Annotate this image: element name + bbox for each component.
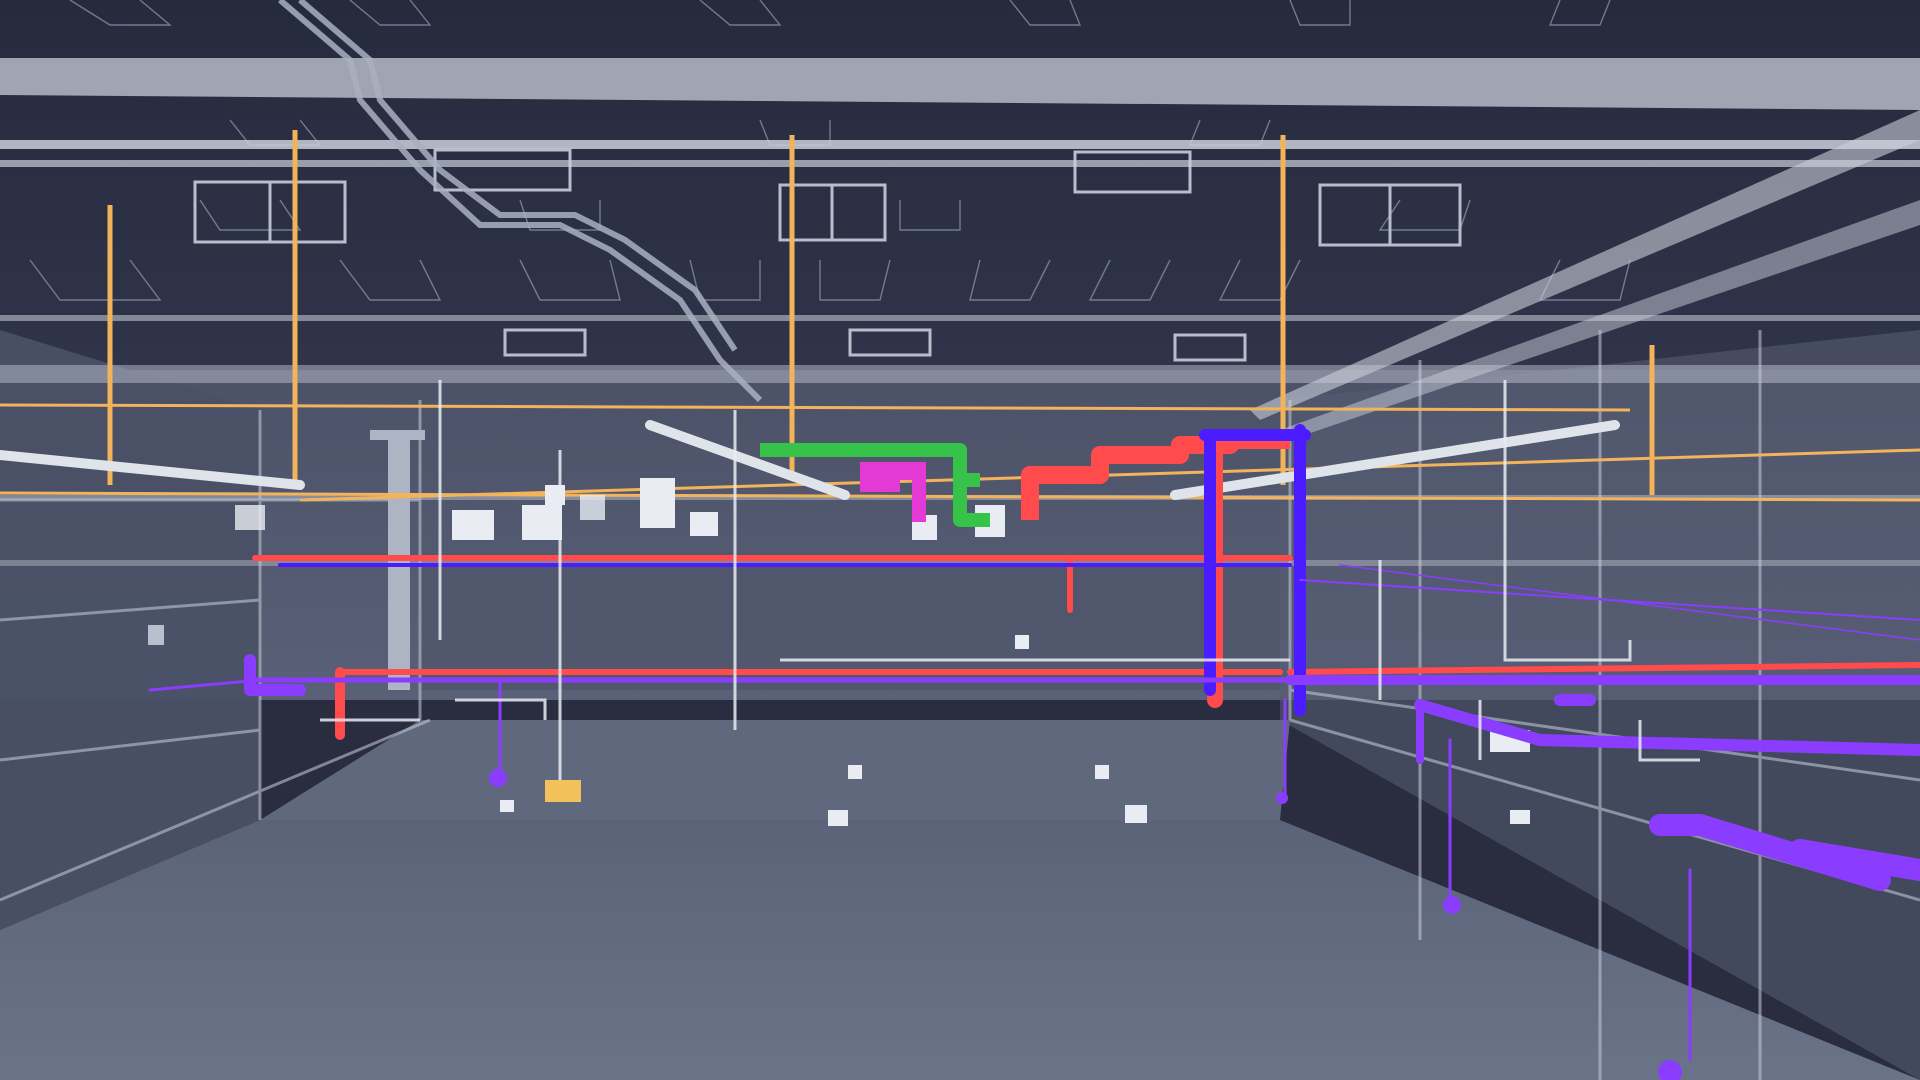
yellow-equipment: [545, 780, 581, 802]
bim-mep-scene: [0, 0, 1920, 1080]
